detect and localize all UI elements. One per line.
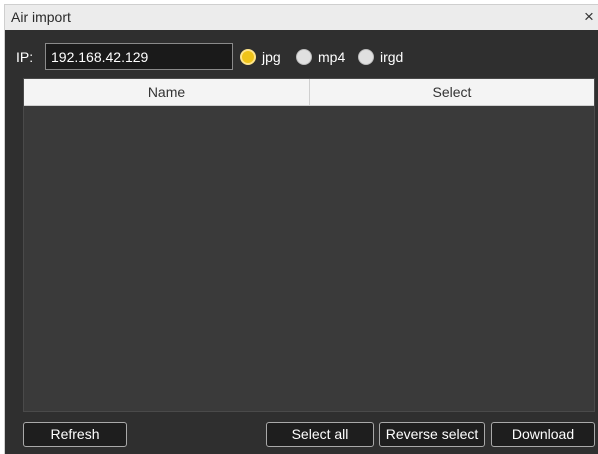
- radio-unselected-icon: [296, 49, 312, 65]
- radio-mp4[interactable]: mp4: [296, 48, 345, 66]
- radio-irgd-label: irgd: [380, 49, 404, 65]
- reverse-select-button[interactable]: Reverse select: [379, 422, 485, 447]
- column-header-name[interactable]: Name: [24, 79, 310, 106]
- radio-mp4-label: mp4: [318, 49, 346, 65]
- radio-jpg[interactable]: jpg: [240, 48, 281, 66]
- select-all-button[interactable]: Select all: [266, 422, 374, 447]
- dialog-title: Air import: [11, 9, 71, 25]
- table-header: Name Select: [24, 79, 594, 106]
- radio-jpg-label: jpg: [262, 49, 281, 65]
- ip-address-input[interactable]: [45, 43, 233, 70]
- radio-selected-icon: [240, 49, 256, 65]
- air-import-dialog: Air import × IP: jpg mp4 irgd Name Selec…: [0, 0, 598, 454]
- refresh-button[interactable]: Refresh: [23, 422, 127, 447]
- radio-unselected-icon: [358, 49, 374, 65]
- download-button[interactable]: Download: [491, 422, 595, 447]
- title-bar: Air import ×: [4, 4, 598, 30]
- radio-irgd[interactable]: irgd: [358, 48, 403, 66]
- file-list-table: Name Select: [23, 78, 595, 412]
- column-header-select[interactable]: Select: [310, 79, 594, 106]
- close-icon[interactable]: ×: [584, 6, 598, 28]
- ip-label: IP:: [16, 49, 34, 65]
